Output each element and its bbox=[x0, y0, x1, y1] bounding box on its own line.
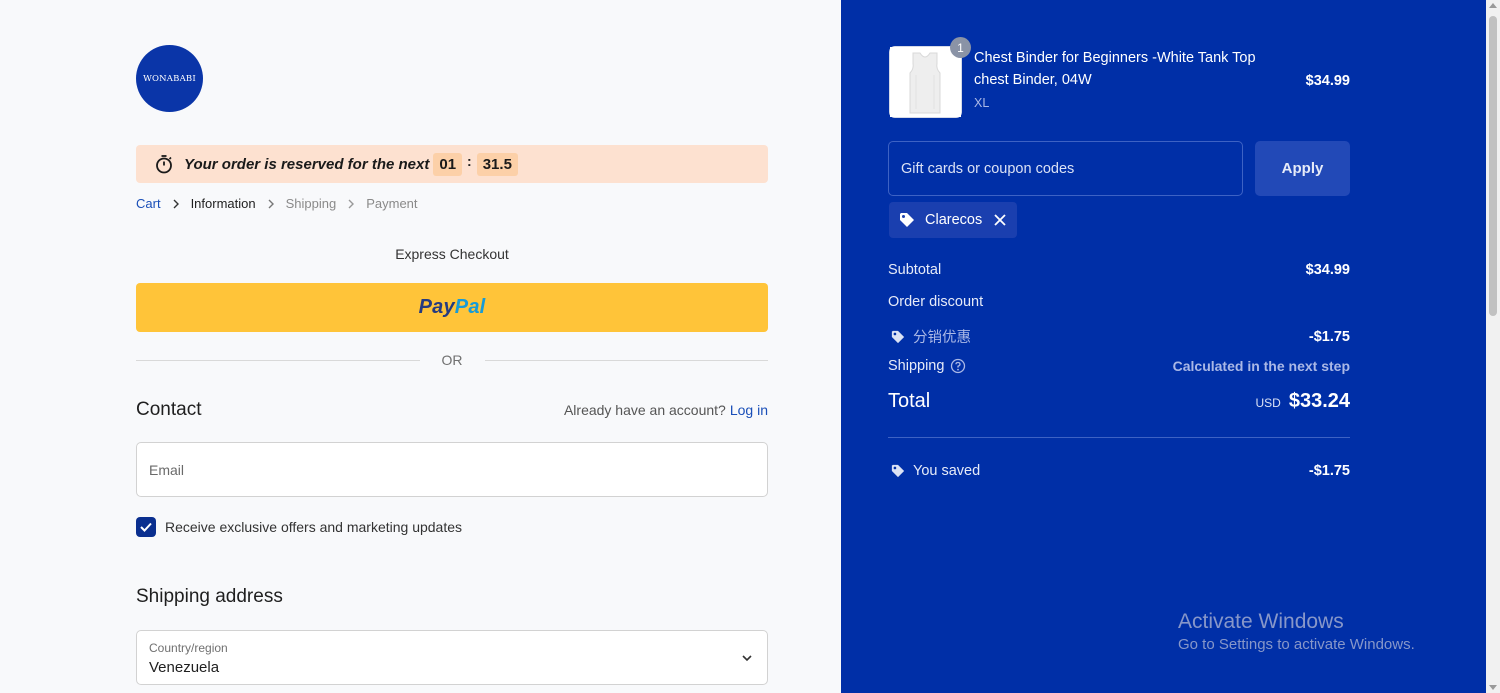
country-label: Country/region bbox=[149, 641, 228, 655]
paypal-logo-pay: Pay bbox=[418, 296, 455, 318]
apply-button[interactable]: Apply bbox=[1255, 141, 1350, 196]
coupon-input[interactable] bbox=[888, 141, 1243, 196]
reservation-message: Your order is reserved for the next bbox=[184, 155, 430, 173]
total-currency: USD bbox=[1255, 396, 1281, 410]
savings-row: You saved -$1.75 bbox=[888, 463, 1350, 479]
country-value: Venezuela bbox=[149, 659, 220, 676]
order-discount-row: Order discount bbox=[888, 294, 1350, 310]
timer-minutes: 01 bbox=[433, 152, 463, 176]
email-field[interactable] bbox=[136, 442, 768, 497]
paypal-logo-pal: Pal bbox=[454, 296, 486, 318]
help-icon[interactable] bbox=[950, 358, 966, 374]
summary-divider bbox=[888, 437, 1350, 438]
product-thumbnail: 1 bbox=[889, 37, 971, 118]
breadcrumb: Cart Information Shipping Payment bbox=[136, 196, 418, 211]
order-summary: 1 Chest Binder for Beginners -White Tank… bbox=[841, 0, 1486, 693]
reservation-banner: Your order is reserved for the next 01 :… bbox=[136, 145, 768, 183]
shipping-row: Shipping Calculated in the next step bbox=[888, 358, 1350, 374]
discount-value: -$1.75 bbox=[1308, 328, 1350, 345]
contact-heading: Contact bbox=[136, 399, 202, 420]
discount-name: 分销优惠 bbox=[913, 330, 971, 346]
shipping-label: Shipping bbox=[888, 358, 945, 374]
marketing-optin[interactable]: Receive exclusive offers and marketing u… bbox=[136, 517, 462, 537]
subtotal-row: Subtotal $34.99 bbox=[888, 262, 1350, 278]
express-checkout-heading: Express Checkout bbox=[395, 246, 509, 262]
chevron-right-icon bbox=[173, 199, 179, 208]
account-prompt-text: Already have an account? bbox=[563, 402, 726, 418]
paypal-button[interactable]: Pay Pal bbox=[136, 283, 768, 332]
saved-value: -$1.75 bbox=[1308, 463, 1350, 479]
activation-watermark: Activate Windows Go to Settings to activ… bbox=[1178, 610, 1415, 653]
total-value: $33.24 bbox=[1288, 390, 1350, 412]
shipping-address-heading: Shipping address bbox=[136, 586, 283, 607]
breadcrumb-payment: Payment bbox=[366, 196, 418, 211]
divider-line bbox=[484, 359, 768, 361]
applied-coupon-code: Clarecos bbox=[925, 212, 983, 228]
product-title: Chest Binder for Beginners -White Tank T… bbox=[974, 50, 1256, 88]
total-row: Total USD $33.24 bbox=[888, 390, 1350, 413]
breadcrumb-information: Information bbox=[190, 196, 256, 211]
marketing-label: Receive exclusive offers and marketing u… bbox=[165, 519, 463, 535]
saved-label: You saved bbox=[913, 463, 981, 479]
order-discount-label: Order discount bbox=[888, 294, 984, 310]
tag-icon bbox=[891, 464, 905, 478]
subtotal-value: $34.99 bbox=[1305, 262, 1350, 278]
checkmark-icon bbox=[140, 522, 152, 532]
scrollbar-thumb[interactable] bbox=[1489, 16, 1497, 316]
page-scrollbar[interactable] bbox=[1486, 0, 1500, 693]
or-label: OR bbox=[441, 352, 463, 368]
tag-icon bbox=[900, 213, 914, 227]
breadcrumb-shipping: Shipping bbox=[285, 196, 337, 211]
account-prompt: Already have an account? Log in bbox=[564, 402, 768, 418]
tank-top-image bbox=[890, 47, 961, 117]
breadcrumb-cart[interactable]: Cart bbox=[136, 196, 161, 211]
close-icon[interactable] bbox=[993, 213, 1007, 227]
product-price: $34.99 bbox=[1305, 73, 1350, 89]
watermark-subtitle: Go to Settings to activate Windows. bbox=[1178, 636, 1415, 653]
chevron-right-icon bbox=[348, 199, 355, 208]
subtotal-label: Subtotal bbox=[888, 262, 942, 278]
marketing-checkbox[interactable] bbox=[136, 517, 156, 537]
discount-line-row: 分销优惠 -$1.75 bbox=[888, 326, 1350, 347]
product-variant: XL bbox=[974, 96, 990, 110]
divider-line bbox=[136, 359, 420, 361]
checkout-main: WONABABI Your order is reserved for the … bbox=[0, 0, 841, 693]
login-link[interactable]: Log in bbox=[730, 402, 768, 418]
stopwatch-icon bbox=[156, 155, 172, 174]
total-label: Total bbox=[888, 390, 931, 412]
applied-coupon-chip: Clarecos bbox=[889, 202, 1018, 238]
watermark-title: Activate Windows bbox=[1178, 610, 1344, 633]
scroll-down-arrow-icon[interactable] bbox=[1489, 685, 1497, 690]
scroll-up-arrow-icon[interactable] bbox=[1489, 3, 1497, 8]
country-select[interactable]: Country/region Venezuela bbox=[136, 630, 768, 685]
or-divider: OR bbox=[136, 352, 768, 368]
quantity-badge: 1 bbox=[950, 37, 971, 58]
store-logo[interactable]: WONABABI bbox=[136, 45, 203, 112]
shipping-value: Calculated in the next step bbox=[1172, 358, 1350, 374]
chevron-right-icon bbox=[268, 199, 274, 208]
chevron-down-icon bbox=[742, 655, 752, 662]
tag-icon bbox=[891, 330, 905, 343]
timer-separator: : bbox=[467, 153, 472, 169]
timer-seconds: 31.5 bbox=[476, 152, 518, 176]
